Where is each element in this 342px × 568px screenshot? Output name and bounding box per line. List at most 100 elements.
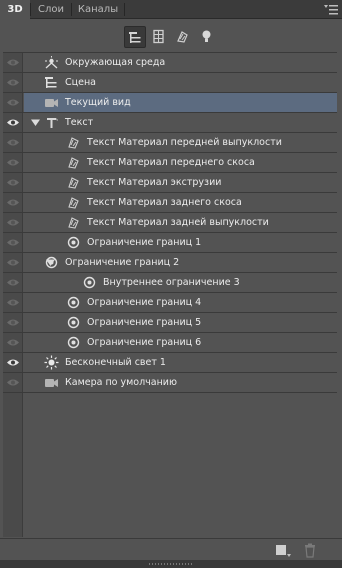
- visibility-eye-icon[interactable]: [6, 297, 20, 308]
- expand-triangle-icon[interactable]: [31, 118, 40, 127]
- tab-divider: [124, 3, 125, 16]
- scene-row[interactable]: Ограничение границ 5: [3, 313, 337, 333]
- tab-channels[interactable]: Каналы: [72, 0, 124, 19]
- visibility-eye-icon[interactable]: [6, 277, 20, 288]
- material-icon: [68, 137, 79, 149]
- scene-row[interactable]: Текст Материал передней выпуклости: [3, 133, 337, 153]
- trash-icon[interactable]: [302, 543, 318, 558]
- scene-row-label: Ограничение границ 5: [87, 317, 202, 328]
- scene-row-body[interactable]: Текущий вид: [24, 93, 337, 112]
- scene-row-body[interactable]: Окружающая среда: [24, 53, 337, 72]
- scene-row-label: Текущий вид: [65, 97, 131, 108]
- scene-row-label: Камера по умолчанию: [65, 377, 177, 388]
- scene-row-body[interactable]: Текст: [24, 113, 337, 132]
- scene-row-body[interactable]: Текст Материал передней выпуклости: [24, 133, 337, 152]
- scene-icon: [45, 77, 57, 88]
- mesh-filter-icon: [153, 29, 164, 44]
- visibility-eye-icon[interactable]: [6, 57, 20, 68]
- constraint-icon: [67, 336, 80, 349]
- visibility-eye-icon[interactable]: [6, 157, 20, 168]
- scene-row-body[interactable]: Ограничение границ 4: [24, 293, 337, 312]
- visibility-eye-icon[interactable]: [6, 257, 20, 268]
- visibility-eye-icon[interactable]: [6, 137, 20, 148]
- constraint-icon: [83, 276, 96, 289]
- visibility-eye-icon[interactable]: [6, 197, 20, 208]
- scene-row[interactable]: Внутреннее ограничение 3: [3, 273, 337, 293]
- scene-row-body[interactable]: Ограничение границ 2: [24, 253, 337, 272]
- scene-row[interactable]: Ограничение границ 6: [3, 333, 337, 353]
- visibility-eye-icon[interactable]: [6, 217, 20, 228]
- scene-row-label: Текст: [65, 117, 94, 128]
- material-icon: [68, 177, 79, 189]
- visibility-eye-icon[interactable]: [6, 357, 20, 368]
- scene-row-body[interactable]: Текст Материал заднего скоса: [24, 193, 337, 212]
- filter-toolbar: [0, 20, 342, 54]
- materials-filter-icon: [177, 31, 188, 43]
- visibility-eye-icon[interactable]: [6, 377, 20, 388]
- panel-tab-bar: 3D Слои Каналы: [0, 0, 342, 20]
- scene-row-label: Окружающая среда: [65, 57, 166, 68]
- scene-row[interactable]: Ограничение границ 4: [3, 293, 337, 313]
- scene-row[interactable]: Ограничение границ 1: [3, 233, 337, 253]
- tab-3d[interactable]: 3D: [0, 0, 30, 20]
- scene-row-body[interactable]: Бесконечный свет 1: [24, 353, 337, 372]
- scene-row-label: Сцена: [65, 77, 96, 88]
- material-icon: [68, 157, 79, 169]
- scene-row-label: Текст Материал экструзии: [87, 177, 222, 188]
- material-icon: [68, 197, 79, 209]
- scene-row[interactable]: Текст Материал переднего скоса: [3, 153, 337, 173]
- grip-dots: [149, 563, 193, 565]
- scene-row-body[interactable]: Ограничение границ 5: [24, 313, 337, 332]
- camera-icon: [45, 379, 58, 387]
- scene-row[interactable]: Текст Материал задней выпуклости: [3, 213, 337, 233]
- scene-row-label: Текст Материал переднего скоса: [87, 157, 255, 168]
- visibility-eye-icon[interactable]: [6, 337, 20, 348]
- scene-row-body[interactable]: Текст Материал экструзии: [24, 173, 337, 192]
- scene-row-body[interactable]: Внутреннее ограничение 3: [24, 273, 337, 292]
- visibility-eye-icon[interactable]: [6, 97, 20, 108]
- mesh-filter-button[interactable]: [148, 26, 170, 48]
- scene-filter-icon: [129, 32, 141, 43]
- tab-layers[interactable]: Слои: [31, 0, 71, 19]
- constraint-icon: [67, 296, 80, 309]
- scene-row[interactable]: Сцена: [3, 73, 337, 93]
- constraint-icon: [45, 256, 58, 269]
- scene-row-label: Внутреннее ограничение 3: [103, 277, 240, 288]
- scene-row-body[interactable]: Текст Материал переднего скоса: [24, 153, 337, 172]
- scene-row-body[interactable]: Текст Материал задней выпуклости: [24, 213, 337, 232]
- scene-row-label: Ограничение границ 4: [87, 297, 202, 308]
- scene-row-body[interactable]: Камера по умолчанию: [24, 373, 337, 392]
- scene-row-label: Текст Материал заднего скоса: [87, 197, 242, 208]
- visibility-eye-icon[interactable]: [6, 117, 20, 128]
- scene-tree: Окружающая среда Сцена Текущий вид Текст Тек…: [3, 52, 337, 537]
- scene-row[interactable]: Текст Материал заднего скоса: [3, 193, 337, 213]
- scene-row[interactable]: Текущий вид: [3, 93, 337, 113]
- scene-row-body[interactable]: Сцена: [24, 73, 337, 92]
- scene-row[interactable]: Текст: [3, 113, 337, 133]
- scene-row[interactable]: Ограничение границ 2: [3, 253, 337, 273]
- scene-row[interactable]: Бесконечный свет 1: [3, 353, 337, 373]
- visibility-eye-icon[interactable]: [6, 77, 20, 88]
- scene-row-label: Ограничение границ 1: [87, 237, 202, 248]
- scene-row-label: Текст Материал задней выпуклости: [87, 217, 269, 228]
- materials-filter-button[interactable]: [172, 26, 194, 48]
- constraint-icon: [67, 236, 80, 249]
- infinite-light-icon: [44, 355, 59, 370]
- scene-row-body[interactable]: Ограничение границ 6: [24, 333, 337, 352]
- new-object-icon[interactable]: [275, 543, 291, 558]
- visibility-eye-icon[interactable]: [6, 237, 20, 248]
- environment-icon: [45, 56, 58, 69]
- panel-menu-icon[interactable]: [324, 4, 338, 15]
- scene-row-body[interactable]: Ограничение границ 1: [24, 233, 337, 252]
- visibility-eye-icon[interactable]: [6, 317, 20, 328]
- scene-row[interactable]: Текст Материал экструзии: [3, 173, 337, 193]
- lights-filter-button[interactable]: [196, 26, 218, 48]
- scene-row[interactable]: Камера по умолчанию: [3, 373, 337, 393]
- scene-filter-button[interactable]: [124, 26, 146, 48]
- visibility-eye-icon[interactable]: [6, 177, 20, 188]
- camera-icon: [45, 99, 58, 107]
- scene-row[interactable]: Окружающая среда: [3, 53, 337, 73]
- resize-grip[interactable]: [0, 560, 342, 568]
- text-mesh-icon: [47, 118, 58, 128]
- scene-row-label: Текст Материал передней выпуклости: [87, 137, 282, 148]
